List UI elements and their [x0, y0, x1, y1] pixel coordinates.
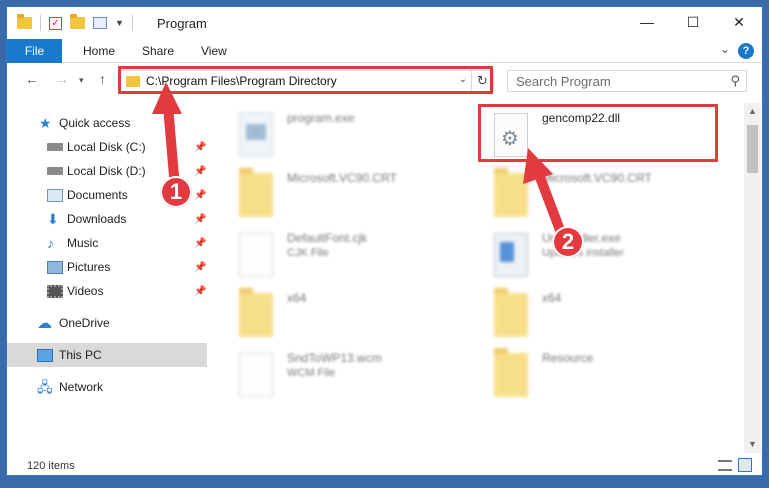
arrow-2-head — [523, 148, 553, 184]
arrow-1-shaft — [163, 101, 179, 181]
step-2-badge: 2 — [552, 226, 584, 258]
arrow-1-head — [152, 82, 182, 114]
annotation-arrows — [152, 82, 565, 235]
arrow-2-shaft — [533, 167, 565, 235]
step-1-badge: 1 — [160, 176, 192, 208]
